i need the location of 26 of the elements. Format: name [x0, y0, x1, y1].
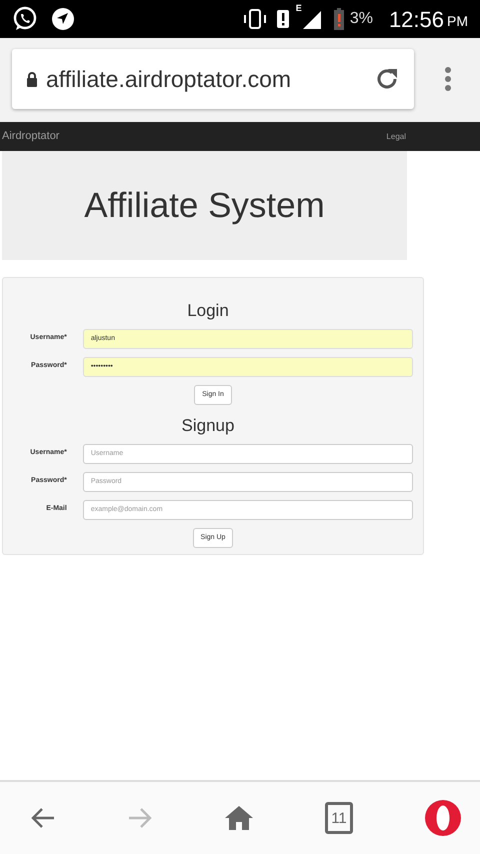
chat-icon: [12, 6, 38, 32]
url-text: affiliate.airdroptator.com: [46, 64, 292, 94]
menu-button[interactable]: [424, 799, 462, 837]
navigation-icon: [50, 6, 76, 32]
form-title: Login: [186, 300, 230, 322]
alert-icon: [276, 8, 290, 30]
form-title: Signup: [180, 415, 236, 437]
navbar-brand[interactable]: Airdroptator: [2, 128, 60, 145]
clock-time: 12:56: [388, 6, 444, 34]
vibrate-icon: [242, 8, 268, 30]
browser-logo-icon: [424, 799, 462, 837]
page-title: Affiliate System: [84, 184, 325, 226]
nav-link[interactable]: Legal: [386, 130, 406, 142]
more-menu-icon[interactable]: [444, 66, 452, 92]
battery-percent: 3%: [350, 9, 373, 29]
forward-icon: [127, 806, 153, 830]
home-icon: [224, 805, 254, 831]
lock-icon: [26, 71, 38, 87]
battery-icon: [334, 8, 344, 30]
address-bar[interactable]: affiliate.airdroptator.com: [12, 49, 414, 109]
home-button[interactable]: [224, 805, 254, 831]
clock-meridiem: PM: [447, 12, 468, 31]
back-icon: [30, 806, 56, 830]
back-button[interactable]: [30, 806, 56, 830]
tabs-button[interactable]: 11: [325, 802, 353, 834]
network-type: E: [296, 2, 302, 15]
